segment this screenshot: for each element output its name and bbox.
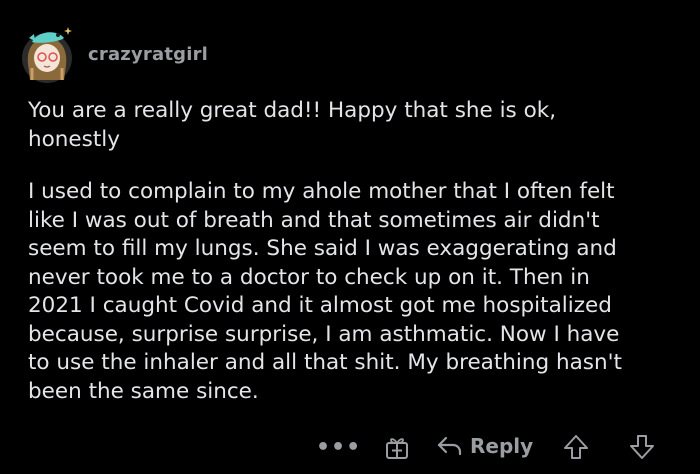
avatar[interactable] bbox=[20, 24, 74, 84]
reply-icon bbox=[437, 436, 462, 456]
comment-paragraph: I used to complain to my ahole mother th… bbox=[28, 179, 622, 404]
more-options-button[interactable]: ••• bbox=[316, 430, 361, 464]
upvote-button[interactable] bbox=[562, 433, 590, 461]
avatar-image bbox=[22, 27, 72, 83]
comment-actions: ••• Reply bbox=[0, 430, 700, 464]
award-icon bbox=[386, 438, 408, 459]
comment-header: crazyratgirl bbox=[20, 24, 208, 84]
downvote-icon bbox=[630, 435, 654, 459]
upvote-icon bbox=[564, 435, 588, 459]
username[interactable]: crazyratgirl bbox=[88, 44, 208, 65]
more-icon: ••• bbox=[316, 434, 362, 460]
comment-paragraph: You are a really great dad!! Happy that … bbox=[28, 98, 557, 152]
comment-body: You are a really great dad!! Happy that … bbox=[28, 97, 688, 430]
comment: crazyratgirl You are a really great dad!… bbox=[0, 0, 700, 474]
reply-button[interactable]: Reply bbox=[436, 433, 533, 459]
downvote-button[interactable] bbox=[628, 433, 656, 461]
reply-label: Reply bbox=[470, 434, 534, 458]
award-button[interactable] bbox=[383, 433, 411, 461]
